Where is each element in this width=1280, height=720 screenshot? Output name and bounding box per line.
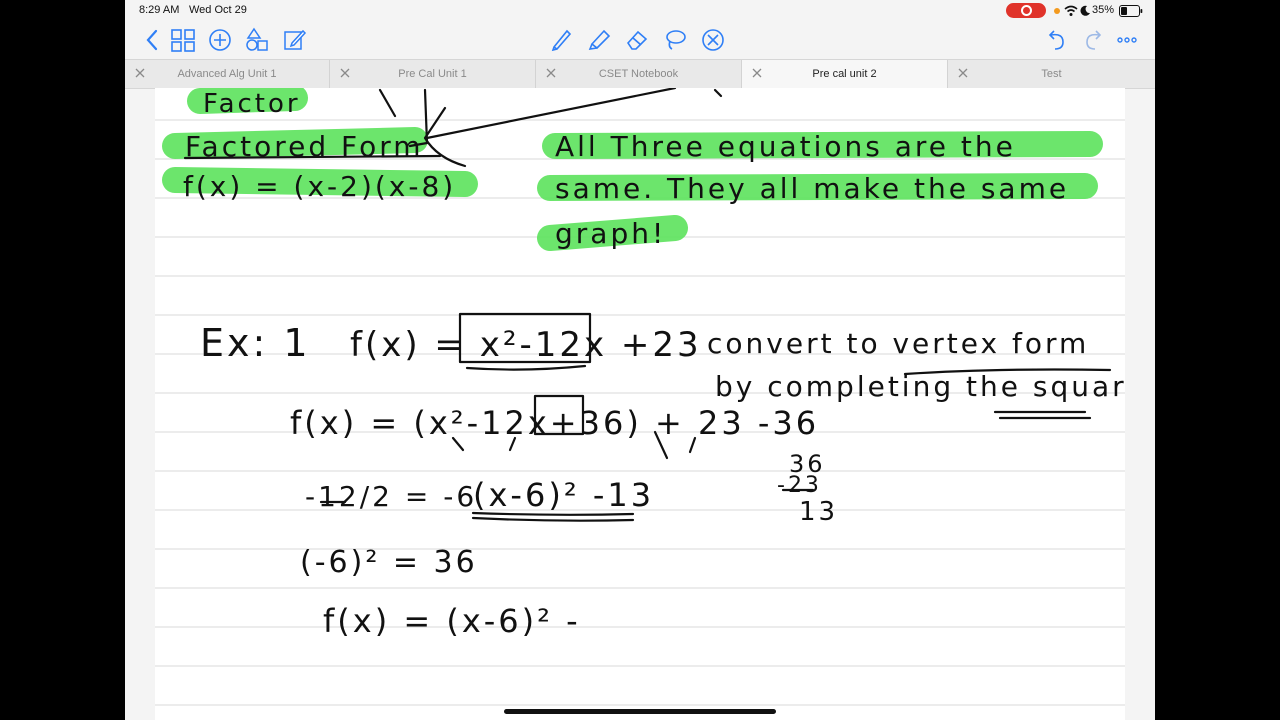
- tab-cset-notebook[interactable]: CSET Notebook: [536, 60, 742, 88]
- thumbnails-button[interactable]: [168, 25, 198, 55]
- redo-icon: [1086, 30, 1102, 50]
- note-factored-form-title: Factored Form: [185, 130, 424, 163]
- page-canvas[interactable]: Factor Factored Form f(x) = (x-2)(x-8) A…: [155, 88, 1125, 720]
- tab-label: Test: [1041, 68, 1062, 80]
- status-bar: 8:29 AM Wed Oct 29 35%: [125, 0, 1155, 22]
- more-icon: [1117, 37, 1137, 43]
- undo-icon: [1048, 30, 1064, 50]
- highlighter-icon: [588, 29, 611, 50]
- lasso-icon: [666, 30, 686, 50]
- tab-label: Pre Cal Unit 1: [398, 68, 467, 80]
- more-button[interactable]: [1112, 25, 1142, 55]
- step-1: f(x) = (x²-12x+36) + 23 -36: [290, 404, 819, 442]
- add-circle-icon: [209, 29, 231, 51]
- note-line-1: All Three equations are the: [555, 130, 1016, 163]
- tab-label: Advanced Alg Unit 1: [177, 68, 277, 80]
- tab-label: CSET Notebook: [598, 68, 679, 80]
- side-calc-result: 13: [799, 497, 838, 527]
- home-indicator[interactable]: [504, 709, 776, 714]
- square-step: (-6)² = 36: [300, 545, 478, 580]
- status-time: 8:29 AM: [139, 4, 180, 16]
- vertex-result: (x-6)² -13: [473, 476, 654, 514]
- battery-icon: [1119, 5, 1143, 17]
- side-calc-mid: -23: [777, 473, 822, 498]
- final-partial-equation: f(x) = (x-6)² -: [323, 602, 581, 640]
- moon-icon: [1080, 5, 1090, 16]
- tab-pre-cal-unit-1[interactable]: Pre Cal Unit 1: [330, 60, 536, 88]
- close-tab-icon[interactable]: [544, 66, 558, 80]
- eraser-icon: [626, 30, 648, 50]
- add-button[interactable]: [205, 25, 235, 55]
- edit-document-icon: [284, 29, 307, 50]
- battery-percent: 35%: [1092, 4, 1115, 16]
- note-line-3: graph!: [555, 217, 666, 250]
- highlighter-tool-button[interactable]: [585, 25, 615, 55]
- note-factored-form-equation: f(x) = (x-2)(x-8): [183, 170, 456, 203]
- tab-pre-cal-unit-2[interactable]: Pre cal unit 2: [742, 60, 948, 88]
- shapes-icon: [246, 27, 268, 51]
- tab-label: Pre cal unit 2: [812, 68, 877, 80]
- eraser-tool-button[interactable]: [622, 25, 652, 55]
- note-line-2: same. They all make the same: [555, 172, 1069, 205]
- orange-dot-icon: [1054, 8, 1060, 14]
- close-tab-icon[interactable]: [750, 66, 764, 80]
- thumbnails-grid-icon: [171, 29, 195, 52]
- convert-line-1: convert to vertex form: [707, 327, 1089, 360]
- pen-icon: [551, 29, 572, 52]
- tab-advanced-alg-unit-1[interactable]: Advanced Alg Unit 1: [125, 60, 330, 88]
- status-date: Wed Oct 29: [189, 4, 247, 16]
- close-tools-button[interactable]: [698, 25, 728, 55]
- tab-bar: Advanced Alg Unit 1 Pre Cal Unit 1 CSET …: [125, 59, 1155, 89]
- edit-document-button[interactable]: [280, 25, 310, 55]
- half-b-step: -12/2 = -6: [305, 480, 477, 513]
- convert-line-2: by completing the square: [715, 370, 1125, 403]
- close-tools-icon: [702, 29, 724, 51]
- redo-button[interactable]: [1079, 25, 1109, 55]
- undo-button[interactable]: [1041, 25, 1071, 55]
- screen-recording-icon: [1006, 3, 1046, 18]
- close-tab-icon[interactable]: [133, 66, 147, 80]
- shapes-button[interactable]: [242, 25, 272, 55]
- example-label: Ex: 1: [200, 321, 311, 365]
- toolbar: [125, 22, 1155, 78]
- notebook-page[interactable]: Factor Factored Form f(x) = (x-2)(x-8) A…: [155, 88, 1125, 720]
- wifi-icon: [1064, 5, 1078, 16]
- close-tab-icon[interactable]: [338, 66, 352, 80]
- close-tab-icon[interactable]: [956, 66, 970, 80]
- back-button[interactable]: [138, 25, 168, 55]
- example-function: f(x) = x²-12x +23: [350, 325, 702, 365]
- goodnotes-app: 8:29 AM Wed Oct 29 35% Advanced Alg Unit…: [125, 0, 1155, 720]
- tab-test[interactable]: Test: [948, 60, 1155, 88]
- pen-tool-button[interactable]: [546, 25, 576, 55]
- note-top-word: Factor: [203, 89, 301, 119]
- lasso-tool-button[interactable]: [660, 25, 690, 55]
- back-chevron-icon: [146, 29, 158, 51]
